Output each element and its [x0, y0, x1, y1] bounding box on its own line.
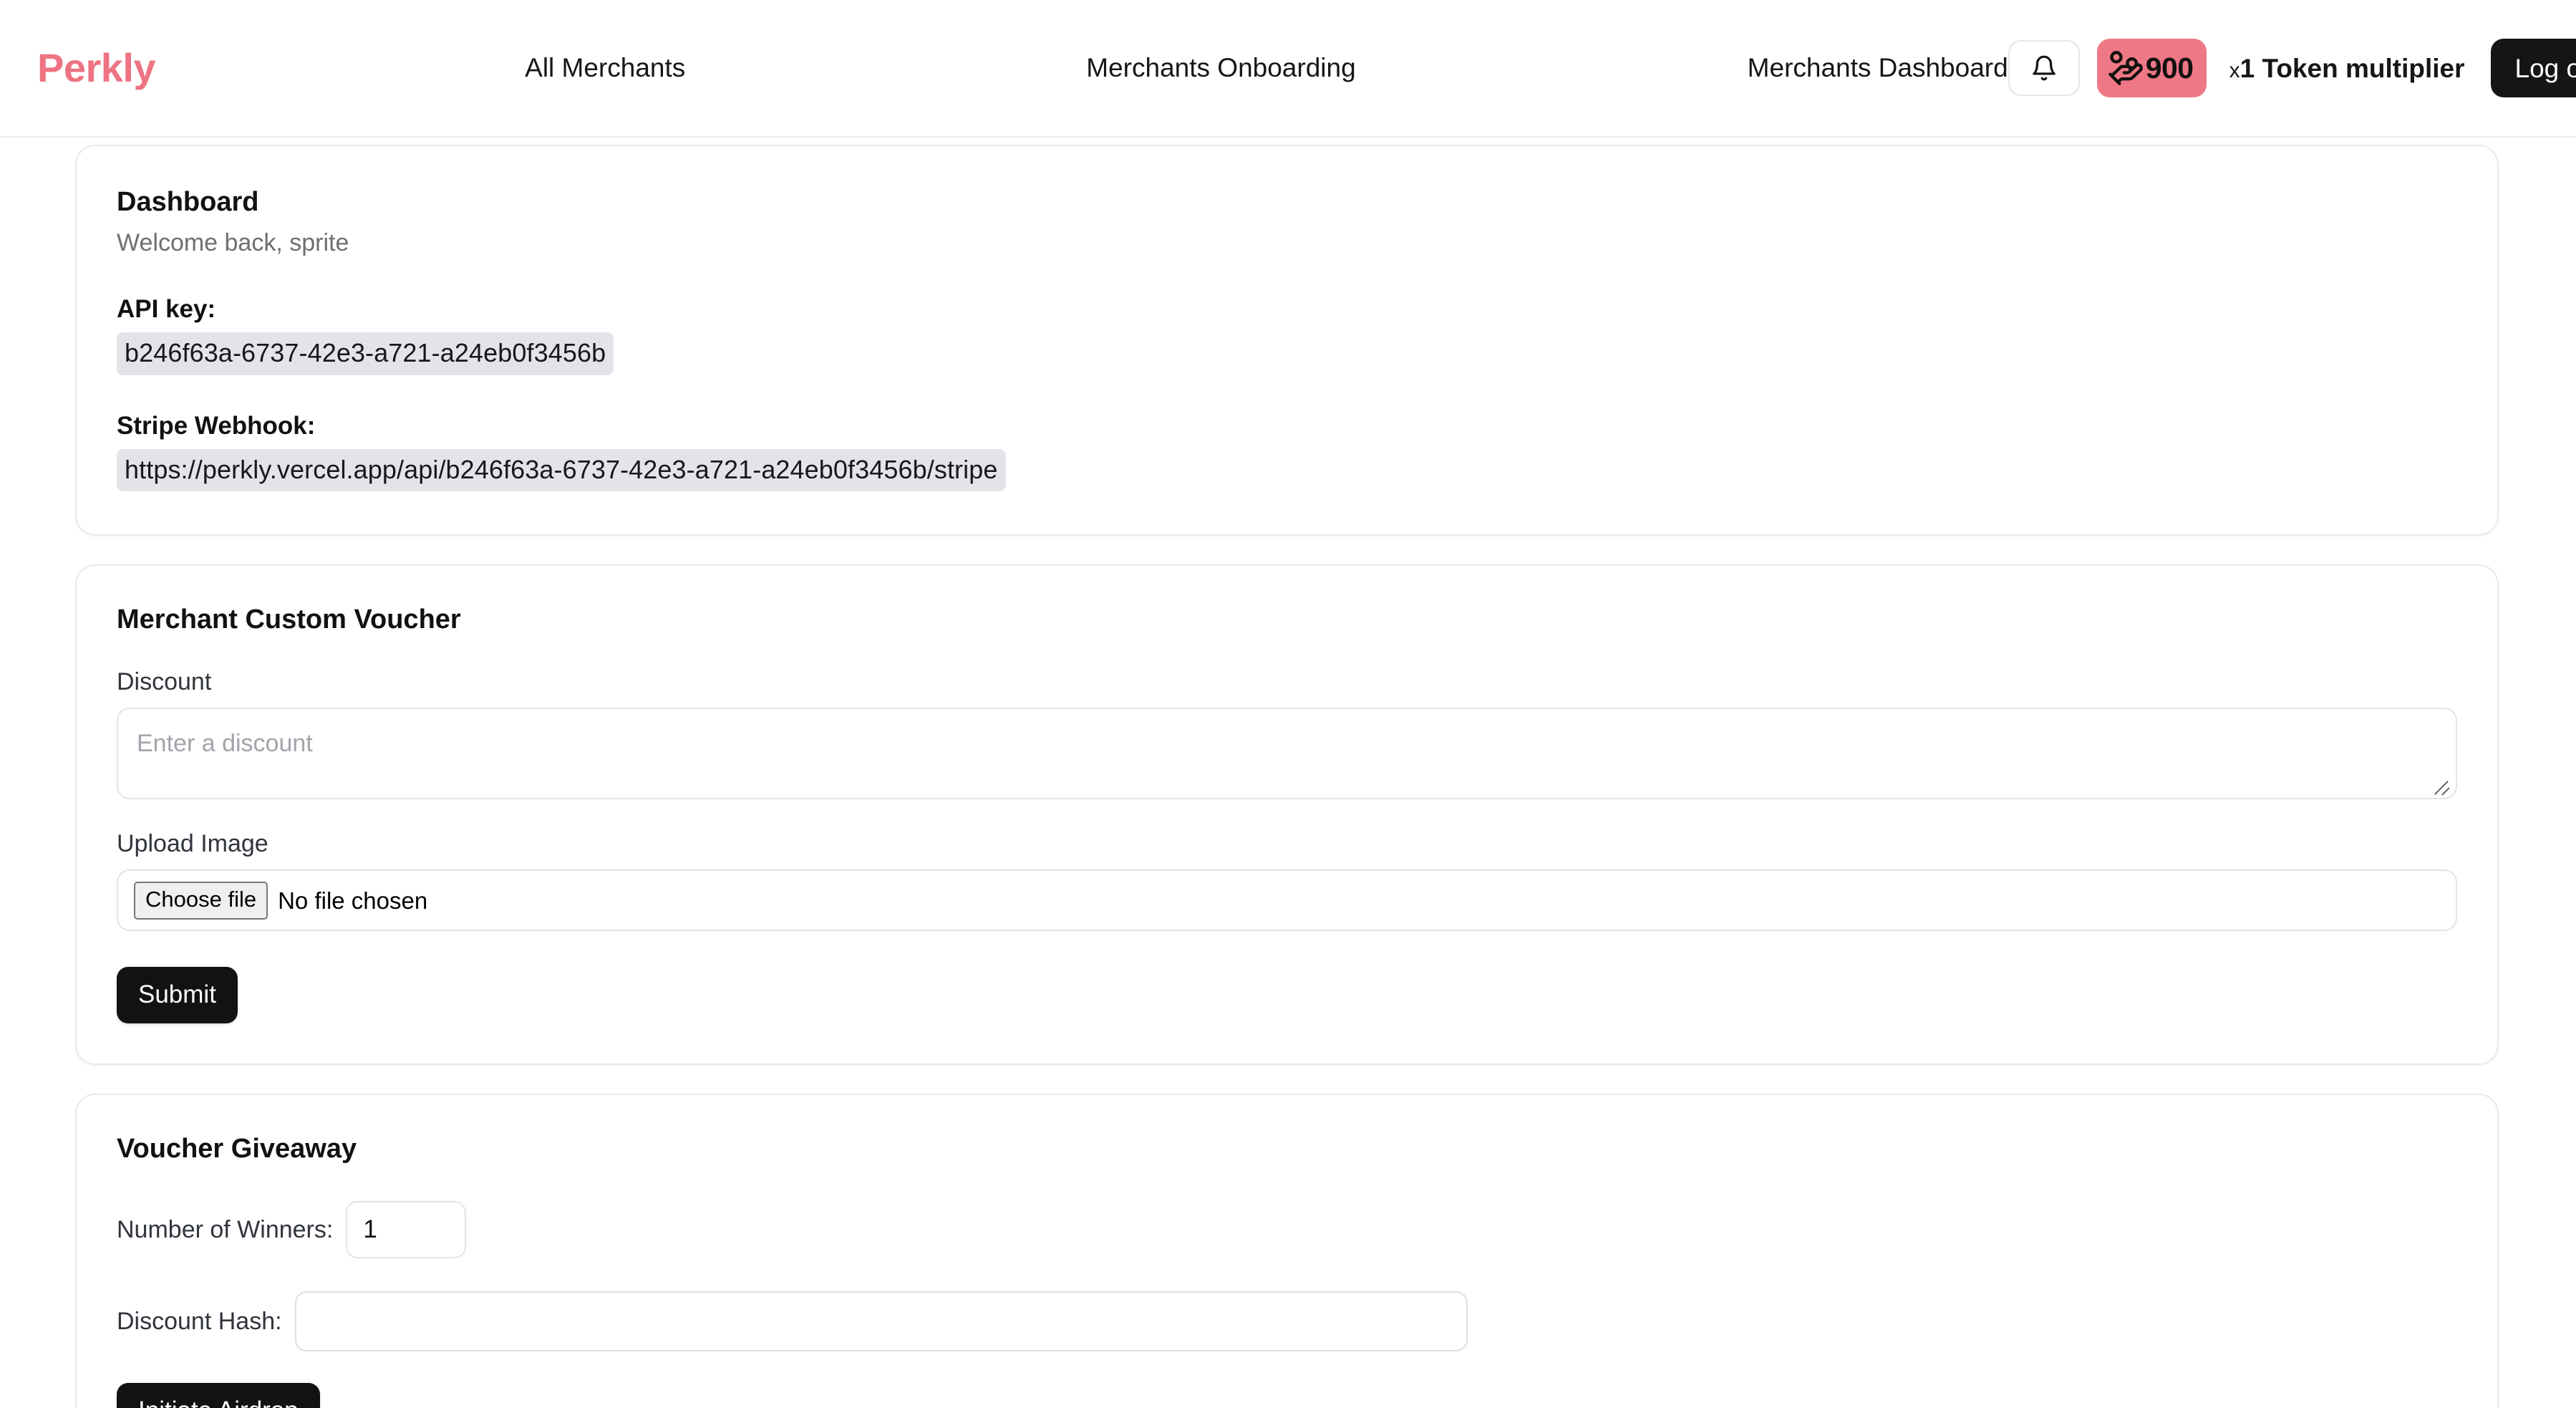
- bell-icon: [2030, 53, 2058, 83]
- multiplier-prefix: x: [2229, 58, 2240, 82]
- main-content: Dashboard Welcome back, sprite API key: …: [0, 145, 2576, 1408]
- welcome-message: Welcome back, sprite: [117, 228, 349, 256]
- giveaway-card-title: Voucher Giveaway: [117, 1134, 357, 1165]
- hand-coins-icon: [2107, 49, 2144, 87]
- winners-input[interactable]: 1: [346, 1200, 467, 1258]
- notifications-button[interactable]: [2008, 40, 2080, 96]
- brand-logo[interactable]: Perkly: [37, 48, 156, 88]
- voucher-giveaway-card: Voucher Giveaway Number of Winners: 1 Di…: [75, 1094, 2499, 1408]
- resize-handle-icon[interactable]: [2432, 776, 2451, 794]
- token-multiplier-label: x1 Token multiplier: [2229, 55, 2465, 82]
- nav-link-merchants-onboarding[interactable]: Merchants Onboarding: [1086, 53, 1355, 83]
- upload-image-label: Upload Image: [117, 830, 268, 858]
- discount-placeholder: Enter a discount: [137, 730, 313, 758]
- discount-label: Discount: [117, 667, 212, 695]
- merchant-custom-voucher-card: Merchant Custom Voucher Discount Enter a…: [75, 564, 2499, 1066]
- api-key-label: API key:: [117, 294, 216, 323]
- voucher-card-title: Merchant Custom Voucher: [117, 604, 461, 635]
- multiplier-value: 1: [2240, 53, 2255, 83]
- stripe-webhook-label: Stripe Webhook:: [117, 411, 316, 440]
- app-header: Perkly All Merchants Merchants Onboardin…: [0, 0, 2576, 138]
- winners-label: Number of Winners:: [117, 1215, 334, 1243]
- page-title: Dashboard: [117, 187, 259, 217]
- winners-row: Number of Winners: 1: [117, 1200, 2457, 1258]
- no-file-chosen-text: No file chosen: [278, 887, 428, 914]
- nav-link-merchants-dashboard[interactable]: Merchants Dashboard: [1748, 53, 2008, 83]
- submit-button[interactable]: Submit: [117, 967, 238, 1024]
- discount-hash-label: Discount Hash:: [117, 1307, 282, 1335]
- upload-image-input[interactable]: Choose file No file chosen: [117, 869, 2457, 932]
- stripe-webhook-value[interactable]: https://perkly.vercel.app/api/b246f63a-6…: [117, 449, 1006, 492]
- header-actions: 900 x1 Token multiplier Log out: [2008, 39, 2576, 97]
- multiplier-text: Token multiplier: [2255, 53, 2465, 83]
- token-amount: 900: [2145, 51, 2194, 85]
- nav-link-all-merchants[interactable]: All Merchants: [525, 53, 685, 83]
- main-nav: All Merchants Merchants Onboarding Merch…: [155, 53, 2008, 83]
- discount-hash-row: Discount Hash:: [117, 1291, 2457, 1351]
- logout-button[interactable]: Log out: [2490, 39, 2576, 97]
- api-key-value[interactable]: b246f63a-6737-42e3-a721-a24eb0f3456b: [117, 332, 614, 375]
- initiate-airdrop-button[interactable]: Initiate Airdrop: [117, 1382, 320, 1408]
- discount-hash-input[interactable]: [294, 1291, 1468, 1351]
- dashboard-card: Dashboard Welcome back, sprite API key: …: [75, 145, 2499, 536]
- choose-file-button[interactable]: Choose file: [134, 881, 268, 920]
- discount-input[interactable]: Enter a discount: [117, 708, 2457, 800]
- token-balance-badge[interactable]: 900: [2096, 39, 2207, 97]
